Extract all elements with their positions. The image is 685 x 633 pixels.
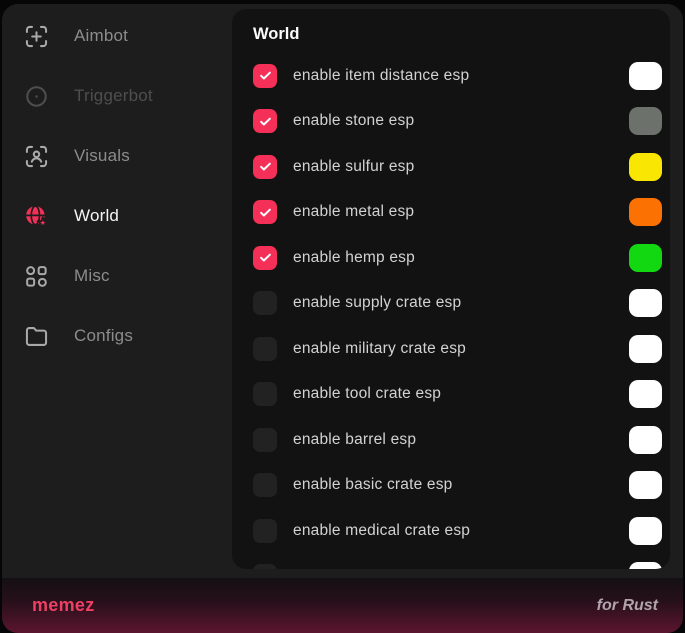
sidebar-item-aimbot[interactable]: Aimbot bbox=[2, 6, 232, 66]
setting-row: enable metal esp bbox=[232, 190, 670, 236]
sidebar: Aimbot Triggerbot Visuals World Misc Con… bbox=[2, 6, 232, 366]
checkbox[interactable] bbox=[253, 291, 277, 315]
sidebar-item-label: Triggerbot bbox=[74, 86, 153, 106]
setting-row: enable supply crate esp bbox=[232, 281, 670, 327]
checkmark-icon bbox=[258, 68, 273, 83]
setting-label: enable military crate esp bbox=[293, 340, 629, 358]
checkbox[interactable] bbox=[253, 155, 277, 179]
color-swatch[interactable] bbox=[629, 426, 662, 454]
configs-icon bbox=[23, 323, 50, 350]
color-swatch[interactable] bbox=[629, 107, 662, 135]
setting-row: enable barrel esp bbox=[232, 417, 670, 463]
color-swatch[interactable] bbox=[629, 62, 662, 90]
cheat-window: Aimbot Triggerbot Visuals World Misc Con… bbox=[2, 4, 683, 633]
setting-label: enable stone esp bbox=[293, 112, 629, 130]
checkbox[interactable] bbox=[253, 337, 277, 361]
setting-row: enable medical crate esp bbox=[232, 508, 670, 554]
brand-tagline: for Rust bbox=[597, 597, 658, 615]
setting-label: enable barrel esp bbox=[293, 431, 629, 449]
color-swatch[interactable] bbox=[629, 244, 662, 272]
checkbox[interactable] bbox=[253, 200, 277, 224]
aimbot-icon bbox=[23, 23, 50, 50]
color-swatch[interactable] bbox=[629, 335, 662, 363]
triggerbot-icon bbox=[23, 83, 50, 110]
setting-label: enable basic crate esp bbox=[293, 476, 629, 494]
setting-row: enable item distance esp bbox=[232, 53, 670, 99]
color-swatch[interactable] bbox=[629, 153, 662, 181]
checkbox[interactable] bbox=[253, 428, 277, 452]
setting-label: enable sulfur esp bbox=[293, 158, 629, 176]
sidebar-item-triggerbot[interactable]: Triggerbot bbox=[2, 66, 232, 126]
sidebar-item-configs[interactable]: Configs bbox=[2, 306, 232, 366]
color-swatch[interactable] bbox=[629, 517, 662, 545]
setting-label: enable tool crate esp bbox=[293, 385, 629, 403]
sidebar-item-label: Configs bbox=[74, 326, 133, 346]
sidebar-item-label: World bbox=[74, 206, 119, 226]
sidebar-item-label: Visuals bbox=[74, 146, 130, 166]
brand-name: memez bbox=[32, 595, 95, 616]
color-swatch[interactable] bbox=[629, 380, 662, 408]
settings-list: enable item distance esp enable stone es… bbox=[232, 53, 670, 569]
checkbox[interactable] bbox=[253, 64, 277, 88]
checkbox[interactable] bbox=[253, 382, 277, 406]
setting-row: enable tool crate esp bbox=[232, 372, 670, 418]
checkmark-icon bbox=[258, 159, 273, 174]
color-swatch[interactable] bbox=[629, 471, 662, 499]
settings-panel: World enable item distance esp enable st… bbox=[232, 9, 670, 569]
visuals-icon bbox=[23, 143, 50, 170]
setting-row: enable stone esp bbox=[232, 99, 670, 145]
footer-bar: memez for Rust bbox=[2, 578, 683, 633]
checkmark-icon bbox=[258, 250, 273, 265]
sidebar-item-misc[interactable]: Misc bbox=[2, 246, 232, 306]
checkmark-icon bbox=[258, 114, 273, 129]
setting-row-partial bbox=[232, 554, 670, 570]
page-title: World bbox=[253, 23, 670, 45]
color-swatch[interactable] bbox=[629, 562, 662, 569]
setting-label: enable item distance esp bbox=[293, 67, 629, 85]
setting-label: enable hemp esp bbox=[293, 249, 629, 267]
checkbox[interactable] bbox=[253, 519, 277, 543]
sidebar-item-label: Aimbot bbox=[74, 26, 128, 46]
setting-label: enable medical crate esp bbox=[293, 522, 629, 540]
setting-label: enable metal esp bbox=[293, 203, 629, 221]
color-swatch[interactable] bbox=[629, 289, 662, 317]
color-swatch[interactable] bbox=[629, 198, 662, 226]
setting-row: enable military crate esp bbox=[232, 326, 670, 372]
sidebar-item-world[interactable]: World bbox=[2, 186, 232, 246]
checkbox[interactable] bbox=[253, 109, 277, 133]
checkbox[interactable] bbox=[253, 564, 277, 569]
checkbox[interactable] bbox=[253, 246, 277, 270]
setting-row: enable sulfur esp bbox=[232, 144, 670, 190]
misc-icon bbox=[23, 263, 50, 290]
checkmark-icon bbox=[258, 205, 273, 220]
sidebar-item-visuals[interactable]: Visuals bbox=[2, 126, 232, 186]
sidebar-item-label: Misc bbox=[74, 266, 110, 286]
setting-label: enable supply crate esp bbox=[293, 294, 629, 312]
checkbox[interactable] bbox=[253, 473, 277, 497]
setting-row: enable basic crate esp bbox=[232, 463, 670, 509]
world-icon bbox=[23, 203, 50, 230]
setting-row: enable hemp esp bbox=[232, 235, 670, 281]
